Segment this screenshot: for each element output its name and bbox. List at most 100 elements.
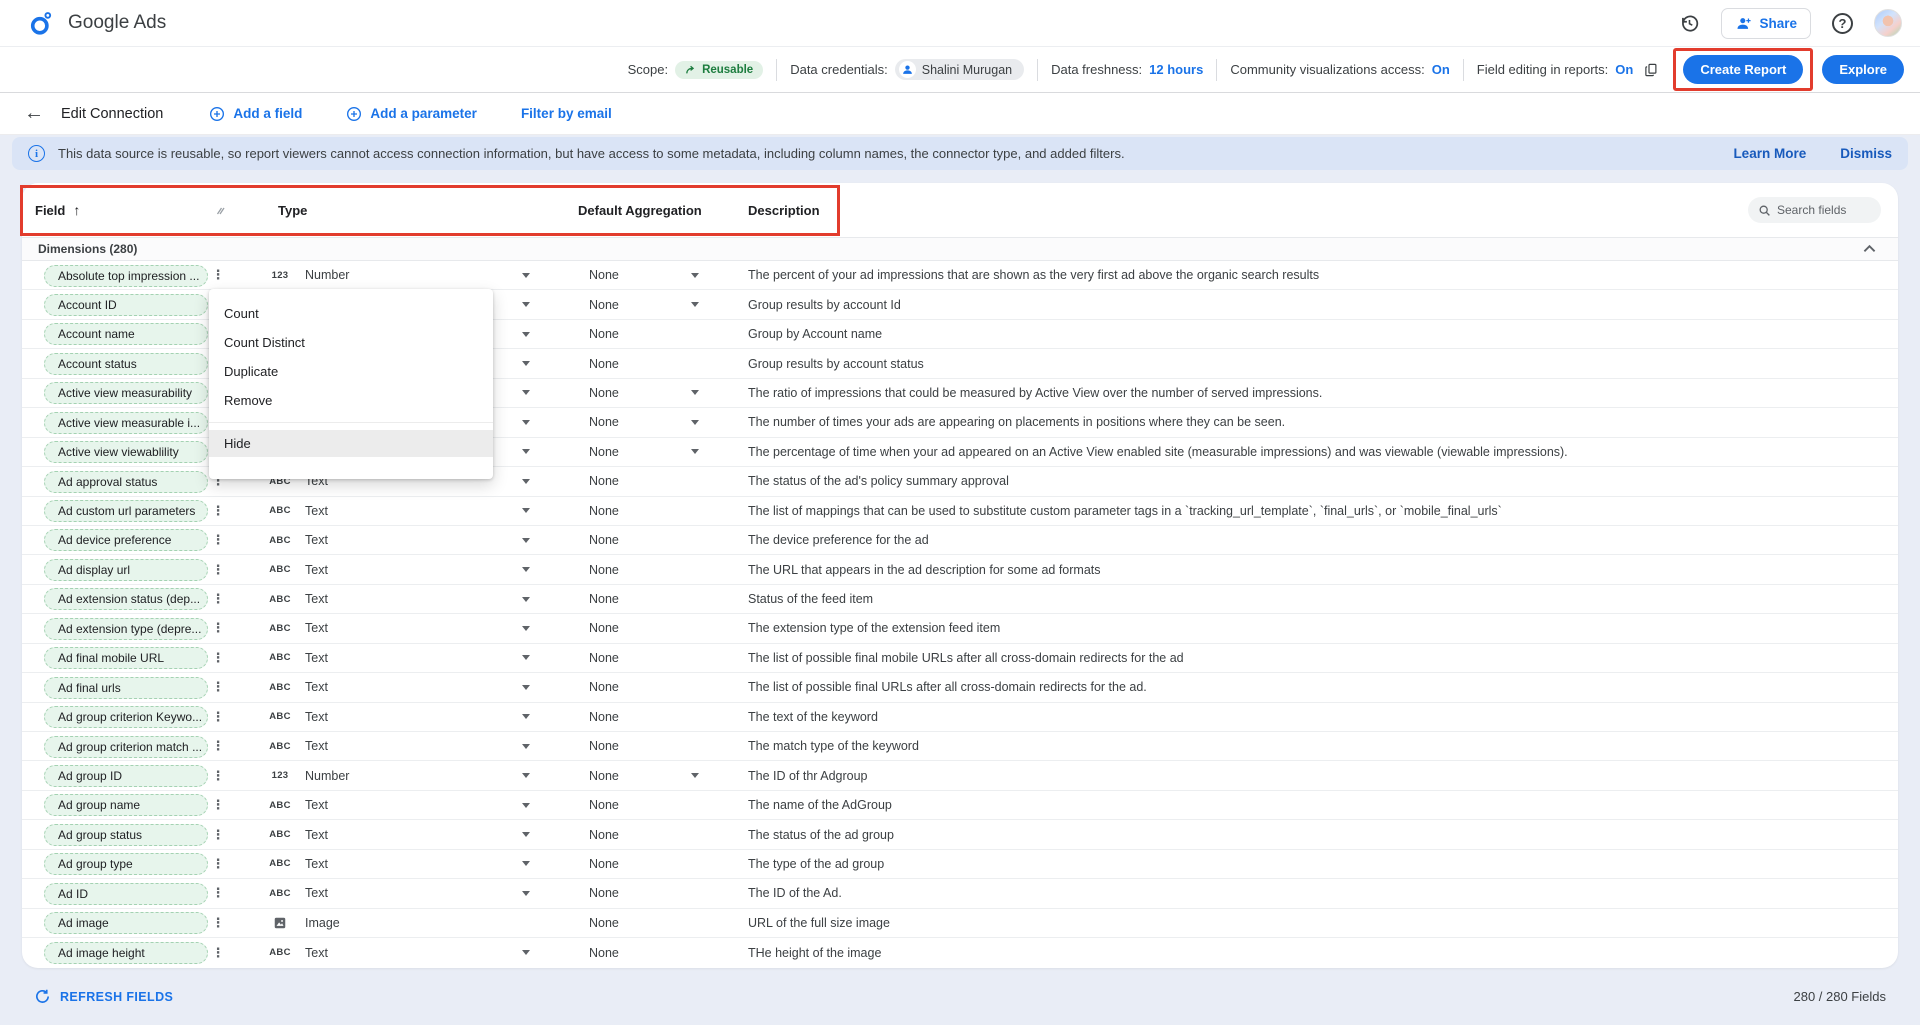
type-dropdown-caret-icon[interactable] [522, 555, 530, 583]
type-dropdown-caret-icon[interactable] [522, 290, 530, 318]
type-column-header[interactable]: Type [278, 183, 307, 237]
type-dropdown-caret-icon[interactable] [522, 703, 530, 731]
scope-reusable-badge[interactable]: Reusable [675, 61, 763, 79]
kebab-menu-icon[interactable]: ⋮ [212, 820, 224, 848]
type-dropdown-caret-icon[interactable] [522, 497, 530, 525]
kebab-menu-icon[interactable]: ⋮ [212, 585, 224, 613]
search-fields-input[interactable] [1777, 203, 1871, 217]
field-pill[interactable]: Ad ID [44, 883, 208, 905]
back-arrow-icon[interactable]: ← [24, 102, 44, 125]
context-menu-item[interactable]: Duplicate [209, 357, 493, 386]
field-pill[interactable]: Ad group name [44, 794, 208, 816]
field-pill[interactable]: Ad final urls [44, 677, 208, 699]
version-history-icon[interactable] [1679, 13, 1700, 34]
field-pill[interactable]: Active view measurability [44, 382, 208, 404]
type-dropdown-caret-icon[interactable] [522, 614, 530, 642]
field-pill[interactable]: Absolute top impression ... [44, 265, 208, 287]
column-resize-icon[interactable] [215, 183, 227, 237]
kebab-menu-icon[interactable]: ⋮ [212, 673, 224, 701]
kebab-menu-icon[interactable]: ⋮ [212, 703, 224, 731]
field-pill[interactable]: Ad group criterion match ... [44, 736, 208, 758]
type-dropdown-caret-icon[interactable] [522, 820, 530, 848]
aggregation-column-header[interactable]: Default Aggregation [578, 183, 702, 237]
kebab-menu-icon[interactable]: ⋮ [212, 614, 224, 642]
kebab-menu-icon[interactable]: ⋮ [212, 644, 224, 672]
field-pill[interactable]: Account name [44, 323, 208, 345]
field-pill[interactable]: Active view measurable i... [44, 412, 208, 434]
edit-connection-label[interactable]: Edit Connection [61, 106, 163, 122]
field-column-header[interactable]: Field [35, 203, 65, 218]
field-pill[interactable]: Ad image height [44, 942, 208, 964]
field-pill[interactable]: Ad extension type (depre... [44, 618, 208, 640]
add-parameter-button[interactable]: Add a parameter [346, 106, 477, 122]
field-pill[interactable]: Ad extension status (dep... [44, 588, 208, 610]
kebab-menu-icon[interactable]: ⋮ [212, 909, 224, 937]
type-dropdown-caret-icon[interactable] [522, 732, 530, 760]
learn-more-link[interactable]: Learn More [1733, 146, 1806, 161]
dimensions-section-header[interactable]: Dimensions (280) [22, 237, 1898, 261]
kebab-menu-icon[interactable]: ⋮ [212, 761, 224, 789]
kebab-menu-icon[interactable]: ⋮ [212, 850, 224, 878]
type-dropdown-caret-icon[interactable] [522, 349, 530, 377]
aggregation-dropdown-caret-icon[interactable] [691, 379, 699, 407]
aggregation-dropdown-caret-icon[interactable] [691, 261, 699, 289]
field-pill[interactable]: Ad final mobile URL [44, 647, 208, 669]
type-dropdown-caret-icon[interactable] [522, 938, 530, 967]
field-pill[interactable]: Ad group type [44, 853, 208, 875]
chevron-up-icon[interactable] [1863, 240, 1876, 258]
field-pill[interactable]: Account status [44, 353, 208, 375]
field-pill[interactable]: Ad custom url parameters [44, 500, 208, 522]
field-pill[interactable]: Ad image [44, 912, 208, 934]
kebab-menu-icon[interactable]: ⋮ [212, 555, 224, 583]
type-dropdown-caret-icon[interactable] [522, 261, 530, 289]
aggregation-dropdown-caret-icon[interactable] [691, 438, 699, 466]
type-dropdown-caret-icon[interactable] [522, 879, 530, 907]
dismiss-link[interactable]: Dismiss [1840, 146, 1892, 161]
type-dropdown-caret-icon[interactable] [522, 320, 530, 348]
description-column-header[interactable]: Description [748, 183, 820, 237]
field-pill[interactable]: Ad device preference [44, 529, 208, 551]
aggregation-dropdown-caret-icon[interactable] [691, 408, 699, 436]
type-dropdown-caret-icon[interactable] [522, 438, 530, 466]
freshness-value[interactable]: 12 hours [1149, 62, 1203, 77]
create-report-button[interactable]: Create Report [1683, 55, 1803, 84]
explore-button[interactable]: Explore [1822, 55, 1904, 84]
field-pill[interactable]: Ad group criterion Keywo... [44, 706, 208, 728]
field-pill[interactable]: Ad group ID [44, 765, 208, 787]
avatar[interactable] [1874, 9, 1902, 37]
type-dropdown-caret-icon[interactable] [522, 526, 530, 554]
type-dropdown-caret-icon[interactable] [522, 761, 530, 789]
refresh-fields-button[interactable]: REFRESH FIELDS [34, 988, 173, 1005]
copy-icon[interactable] [1644, 62, 1659, 78]
type-dropdown-caret-icon[interactable] [522, 467, 530, 495]
credentials-chip[interactable]: Shalini Murugan [895, 59, 1024, 80]
field-pill[interactable]: Account ID [44, 294, 208, 316]
kebab-menu-icon[interactable]: ⋮ [212, 732, 224, 760]
type-dropdown-caret-icon[interactable] [522, 379, 530, 407]
share-button[interactable]: Share [1721, 8, 1811, 39]
kebab-menu-icon[interactable]: ⋮ [212, 497, 224, 525]
kebab-menu-icon[interactable]: ⋮ [212, 938, 224, 967]
context-menu-item-hide[interactable]: Hide [209, 430, 493, 457]
kebab-menu-icon[interactable]: ⋮ [212, 791, 224, 819]
context-menu-item[interactable]: Count [209, 299, 493, 328]
field-pill[interactable]: Ad display url [44, 559, 208, 581]
field-pill[interactable]: Active view viewablility [44, 441, 208, 463]
kebab-menu-icon[interactable]: ⋮ [212, 261, 224, 289]
aggregation-dropdown-caret-icon[interactable] [691, 290, 699, 318]
type-dropdown-caret-icon[interactable] [522, 850, 530, 878]
context-menu-item[interactable]: Count Distinct [209, 328, 493, 357]
type-dropdown-caret-icon[interactable] [522, 791, 530, 819]
type-dropdown-caret-icon[interactable] [522, 408, 530, 436]
sort-ascending-icon[interactable]: ↑ [73, 202, 80, 218]
context-menu-item[interactable]: Remove [209, 386, 493, 415]
aggregation-dropdown-caret-icon[interactable] [691, 761, 699, 789]
type-dropdown-caret-icon[interactable] [522, 585, 530, 613]
field-pill[interactable]: Ad approval status [44, 471, 208, 493]
community-viz-value[interactable]: On [1432, 62, 1450, 77]
field-editing-value[interactable]: On [1615, 62, 1633, 77]
field-pill[interactable]: Ad group status [44, 824, 208, 846]
kebab-menu-icon[interactable]: ⋮ [212, 879, 224, 907]
type-dropdown-caret-icon[interactable] [522, 673, 530, 701]
help-icon[interactable]: ? [1832, 13, 1853, 34]
